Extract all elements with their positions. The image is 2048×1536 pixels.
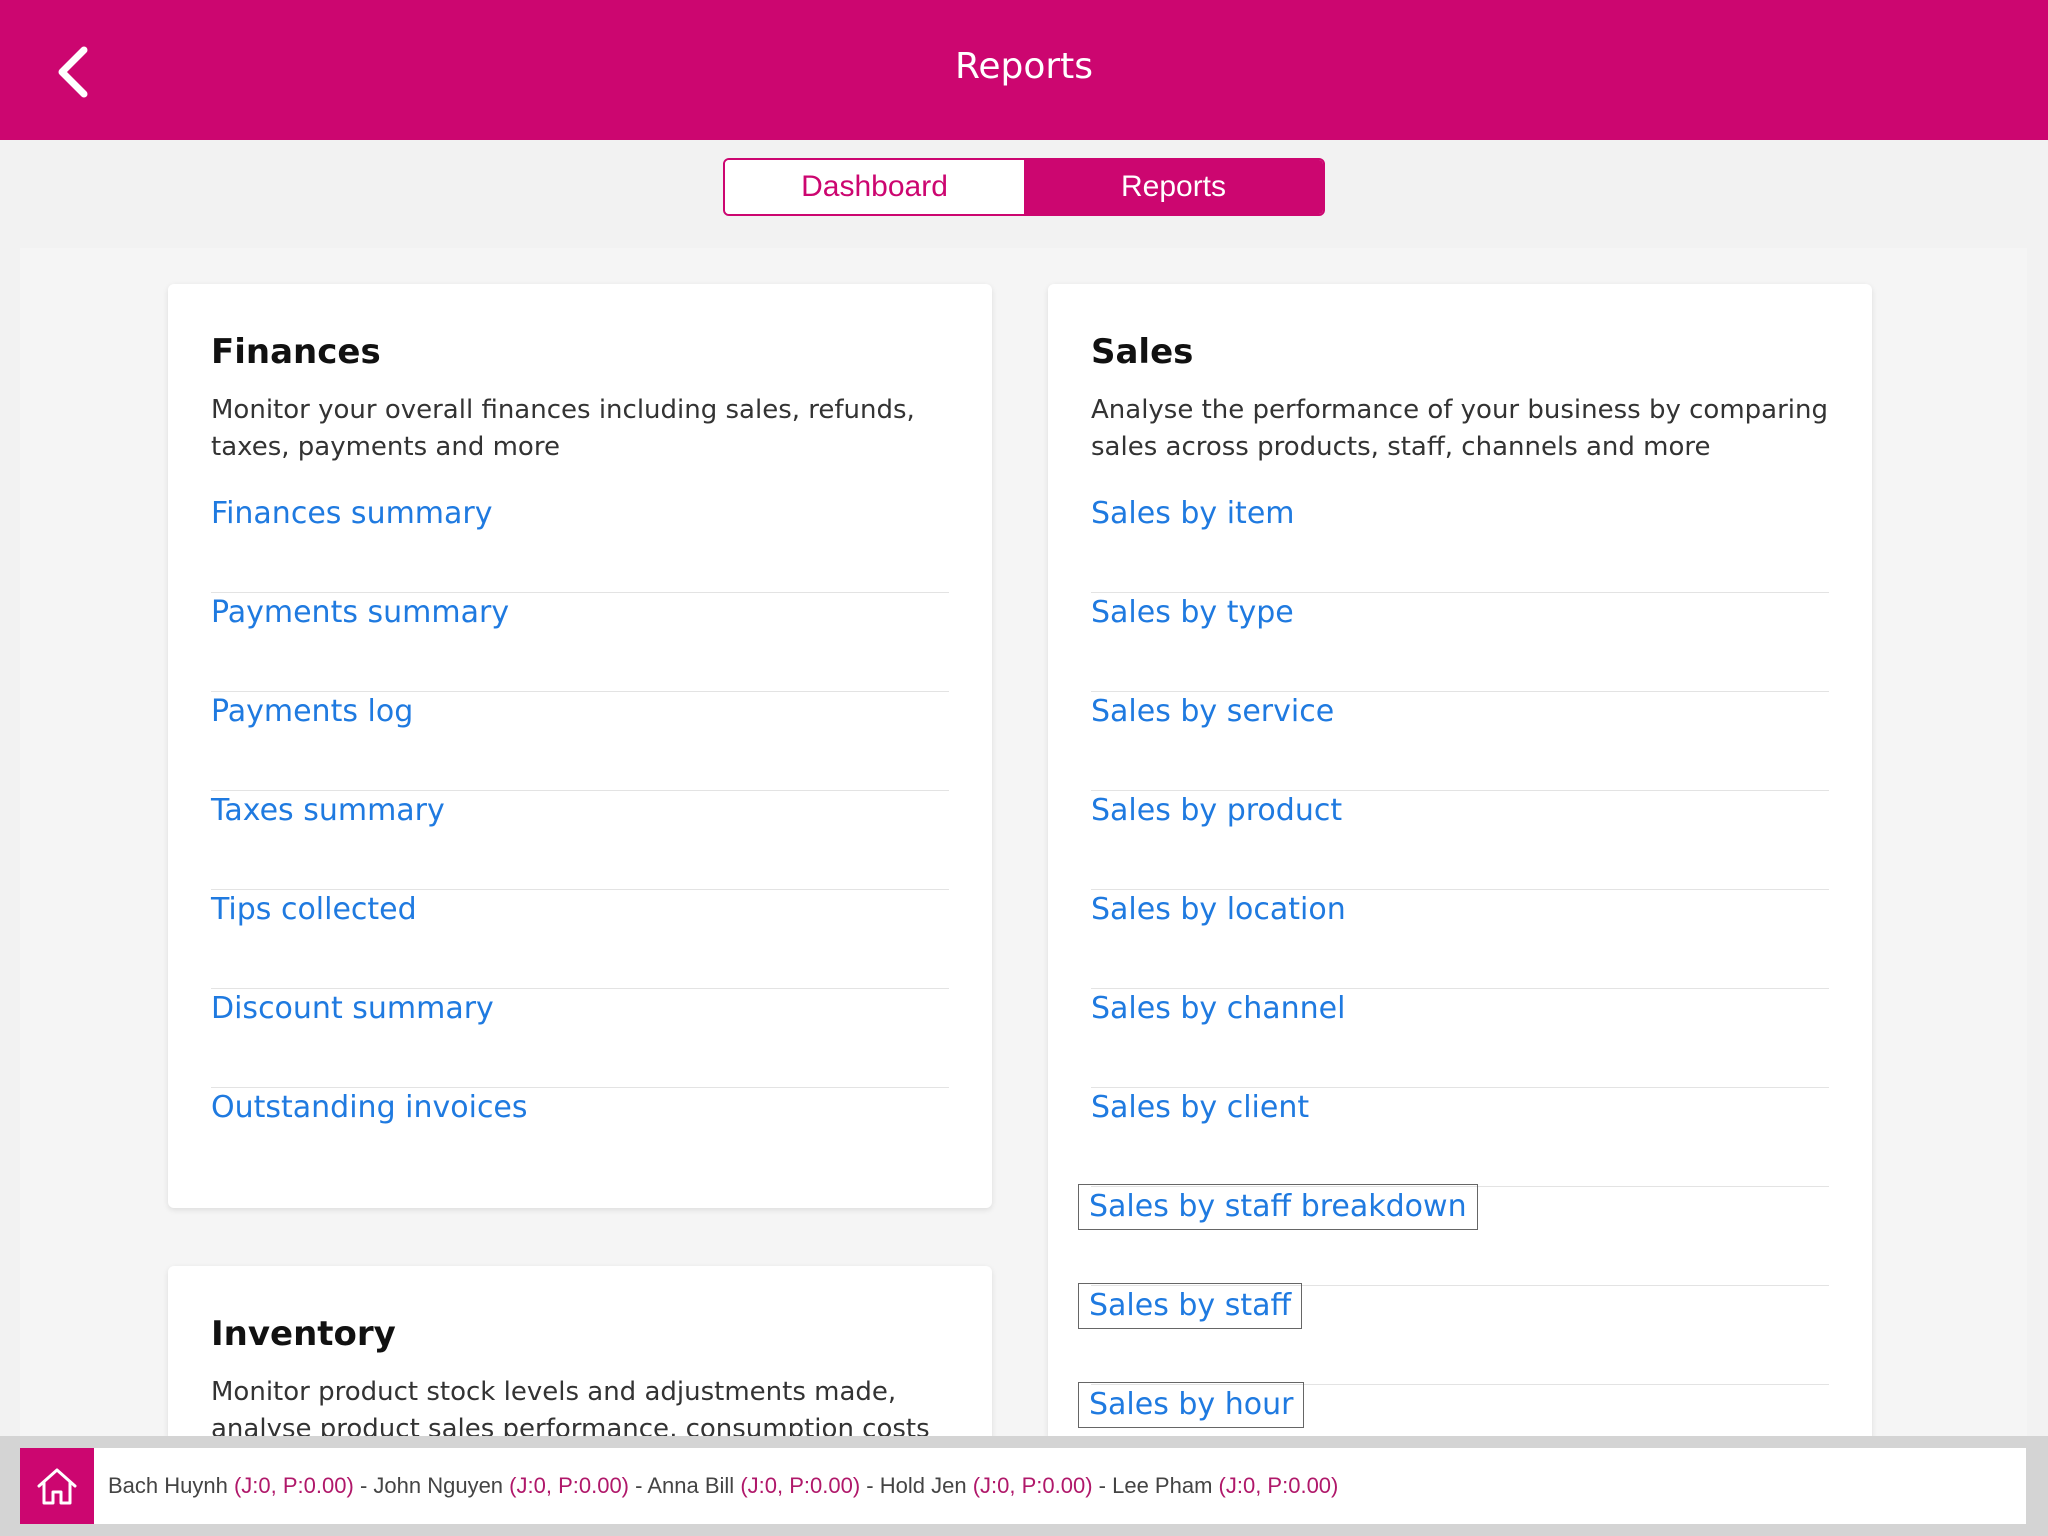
sales-by-location-link[interactable]: Sales by location — [1091, 890, 1346, 930]
list-item: Sales by service — [1091, 692, 1829, 791]
sales-by-hour-link[interactable]: Sales by hour — [1077, 1382, 1305, 1428]
home-button[interactable] — [20, 1448, 94, 1524]
sales-links: Sales by item Sales by type Sales by ser… — [1077, 494, 1829, 1436]
discount-summary-link[interactable]: Discount summary — [211, 989, 494, 1029]
staff-name: Bach Huynh — [108, 1473, 228, 1498]
finances-summary-link[interactable]: Finances summary — [211, 494, 493, 534]
list-item: Finances summary — [211, 494, 949, 593]
finances-card: Finances Monitor your overall finances i… — [168, 284, 992, 1208]
tab-reports[interactable]: Reports — [1024, 160, 1323, 214]
staff-name: Anna Bill — [647, 1473, 735, 1498]
list-item: Tips collected — [211, 890, 949, 989]
staff-name: Lee Pham — [1112, 1473, 1213, 1498]
staff-stats: (J:0, P:0.00) — [740, 1473, 861, 1498]
payments-summary-link[interactable]: Payments summary — [211, 593, 509, 633]
sales-card: Sales Analyse the performance of your bu… — [1048, 284, 1872, 1436]
staff-bar: Bach Huynh (J:0, P:0.00) - John Nguyen (… — [20, 1448, 2026, 1524]
list-item: Sales by client — [1091, 1088, 1829, 1187]
sales-by-channel-link[interactable]: Sales by channel — [1091, 989, 1345, 1029]
inventory-description: Monitor product stock levels and adjustm… — [211, 1377, 930, 1436]
sales-by-staff-link[interactable]: Sales by staff — [1077, 1283, 1303, 1329]
staff-footer: Bach Huynh (J:0, P:0.00) - John Nguyen (… — [0, 1436, 2048, 1536]
sales-by-product-link[interactable]: Sales by product — [1091, 791, 1342, 831]
tab-dashboard[interactable]: Dashboard — [725, 160, 1024, 214]
finances-description: Monitor your overall finances including … — [211, 395, 915, 462]
staff-stats: (J:0, P:0.00) — [509, 1473, 630, 1498]
finances-links: Finances summary Payments summary Paymen… — [211, 494, 949, 1187]
staff-list: Bach Huynh (J:0, P:0.00) - John Nguyen (… — [94, 1473, 1338, 1499]
inventory-title: Inventory — [211, 1314, 396, 1354]
staff-name: Hold Jen — [879, 1473, 967, 1498]
list-item: Taxes summary — [211, 791, 949, 890]
list-item: Payments summary — [211, 593, 949, 692]
taxes-summary-link[interactable]: Taxes summary — [211, 791, 445, 831]
home-icon — [37, 1468, 77, 1505]
list-item: Sales by item — [1091, 494, 1829, 593]
sales-title: Sales — [1091, 332, 1194, 372]
list-item: Sales by hour — [1077, 1382, 1829, 1436]
list-item: Discount summary — [211, 989, 949, 1088]
sales-by-service-link[interactable]: Sales by service — [1091, 692, 1334, 732]
staff-stats: (J:0, P:0.00) — [1218, 1473, 1339, 1498]
reports-content[interactable]: Finances Monitor your overall finances i… — [20, 248, 2027, 1436]
payments-log-link[interactable]: Payments log — [211, 692, 413, 732]
sales-by-item-link[interactable]: Sales by item — [1091, 494, 1295, 534]
list-item: Sales by channel — [1091, 989, 1829, 1088]
list-item: Sales by location — [1091, 890, 1829, 989]
list-item: Outstanding invoices — [211, 1088, 949, 1187]
list-item: Sales by staff breakdown — [1078, 1184, 1829, 1286]
list-item: Sales by staff — [1077, 1283, 1829, 1385]
staff-stats: (J:0, P:0.00) — [233, 1473, 354, 1498]
staff-stats: (J:0, P:0.00) — [972, 1473, 1093, 1498]
sales-by-type-link[interactable]: Sales by type — [1091, 593, 1294, 633]
finances-title: Finances — [211, 332, 381, 372]
segmented-control: Dashboard Reports — [723, 158, 1325, 216]
outstanding-invoices-link[interactable]: Outstanding invoices — [211, 1088, 528, 1128]
staff-separator: - — [860, 1473, 880, 1498]
staff-separator: - — [629, 1473, 648, 1498]
staff-separator: - — [353, 1473, 374, 1498]
list-item: Payments log — [211, 692, 949, 791]
app-header: Reports — [0, 0, 2048, 140]
page-title: Reports — [954, 46, 1094, 87]
tips-collected-link[interactable]: Tips collected — [211, 890, 417, 930]
inventory-card: Inventory Monitor product stock levels a… — [168, 1266, 992, 1436]
sales-by-client-link[interactable]: Sales by client — [1091, 1088, 1309, 1128]
sales-description: Analyse the performance of your business… — [1091, 395, 1828, 462]
staff-separator: - — [1092, 1473, 1113, 1498]
list-item: Sales by product — [1091, 791, 1829, 890]
sales-by-staff-breakdown-link[interactable]: Sales by staff breakdown — [1078, 1184, 1478, 1230]
staff-name: John Nguyen — [373, 1473, 504, 1498]
list-item: Sales by type — [1091, 593, 1829, 692]
